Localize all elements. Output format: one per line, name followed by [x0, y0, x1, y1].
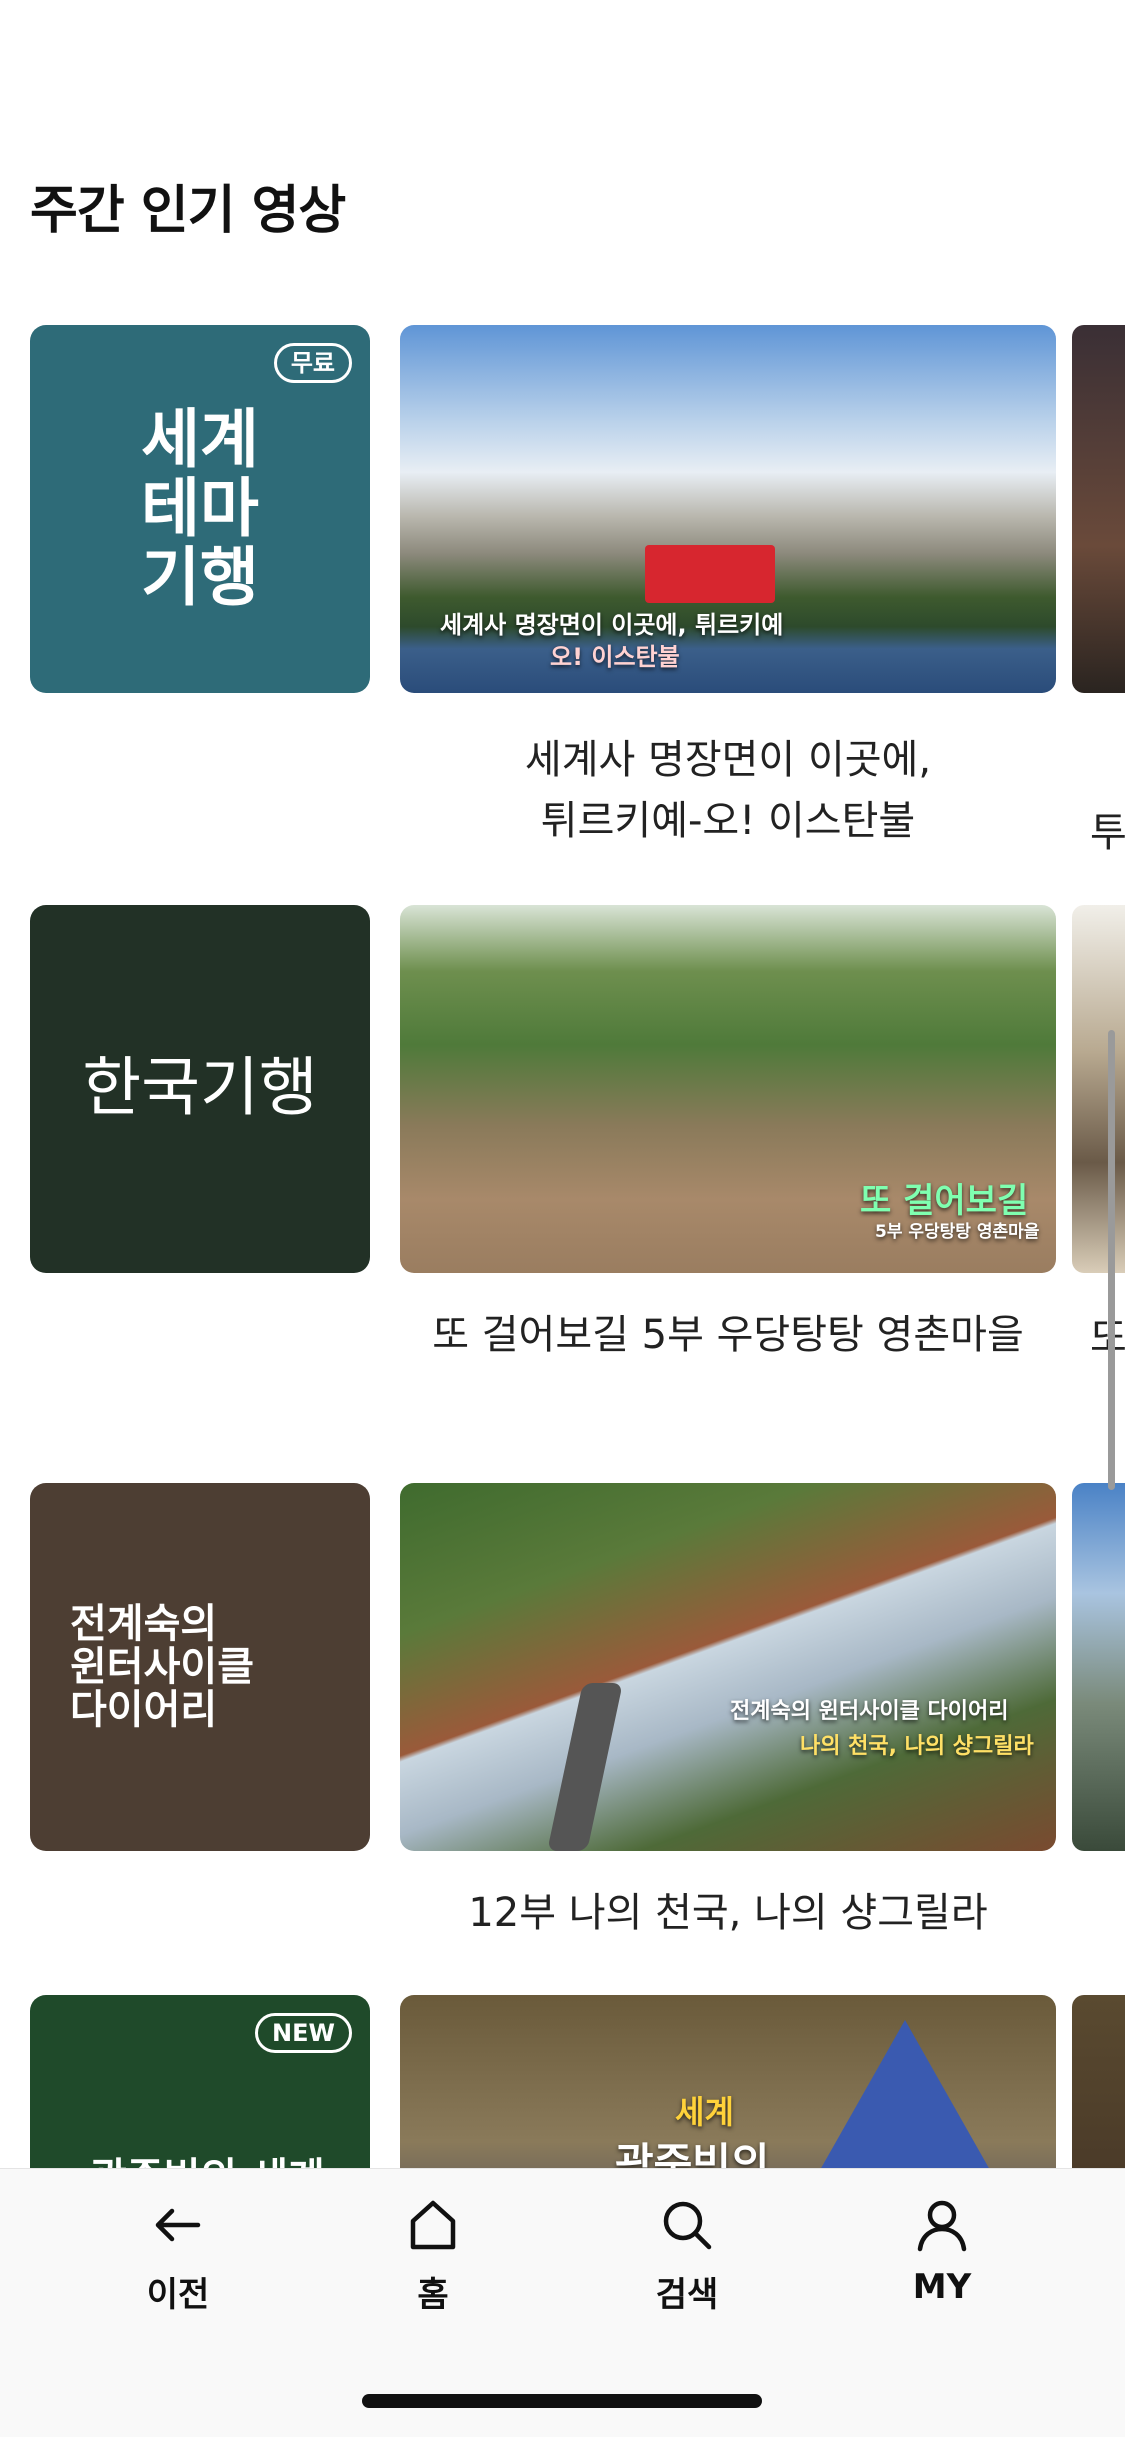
thumbnail-overlay-subtext: 5부 우당탕탕 영촌마을 [875, 1222, 1040, 1242]
new-badge: NEW [255, 2013, 352, 2054]
mountain-road [547, 1683, 623, 1851]
free-badge: 무료 [273, 343, 352, 384]
search-icon [663, 2201, 712, 2250]
program-poster-world-theme-travel[interactable]: 무료 세계 테마 기행 [30, 325, 370, 693]
home-icon [410, 2200, 456, 2250]
thumbnail-overlay-subtext: 오! 이스탄불 [550, 643, 680, 671]
nav-search-label: 검색 [655, 2275, 719, 2315]
thumbnail-overlay-subtext: 나의 천국, 나의 샹그릴라 [800, 1734, 1034, 1759]
next-video-thumbnail[interactable] [1072, 1483, 1125, 1851]
section-title: 주간 인기 영상 [30, 181, 346, 241]
arrow-left-icon [155, 2208, 201, 2242]
nav-back-label: 이전 [146, 2275, 210, 2315]
nav-home-label: 홈 [417, 2275, 449, 2315]
next-video-thumbnail[interactable] [1072, 325, 1125, 693]
video-row: 무료 세계 테마 기행 세계사 명장면이 이곳에, 튀르키예 오! 이스탄불 [0, 325, 1125, 695]
building-graphic [820, 2020, 990, 2170]
nav-back-button[interactable]: 이전 [88, 2193, 268, 2316]
poster-title: 한국기행 [82, 1051, 318, 1126]
nav-home-button[interactable]: 홈 [343, 2193, 523, 2316]
next-video-title[interactable]: 투 [1090, 800, 1125, 858]
video-title[interactable]: 12부 나의 천국, 나의 샹그릴라 [400, 1883, 1056, 1944]
thumbnail-overlay-text: 또 걸어보길 [860, 1181, 1029, 1221]
turkey-flag [645, 545, 775, 603]
video-title[interactable]: 또 걸어보길 5부 우당탕탕 영촌마을 [400, 1305, 1056, 1366]
nav-search-button[interactable]: 검색 [597, 2193, 777, 2316]
nav-my-label: MY [912, 2267, 972, 2307]
program-poster-korea-travel[interactable]: 한국기행 [30, 905, 370, 1273]
user-icon [917, 2200, 967, 2252]
thumbnail-overlay-text: 전계숙의 윈터사이클 다이어리 [730, 1699, 1009, 1724]
program-poster-winter-cycle-diary[interactable]: 전계숙의 윈터사이클 다이어리 [30, 1483, 370, 1851]
video-thumbnail[interactable]: 전계숙의 윈터사이클 다이어리 나의 천국, 나의 샹그릴라 [400, 1483, 1056, 1851]
next-video-thumbnail[interactable] [1072, 905, 1125, 1273]
poster-title: 전계숙의 윈터사이클 다이어리 [70, 1600, 254, 1734]
video-row: 한국기행 또 걸어보길 5부 우당탕탕 영촌마을 [0, 905, 1125, 1275]
thumbnail-overlay-text: 세계 [675, 2093, 734, 2131]
video-thumbnail[interactable]: 또 걸어보길 5부 우당탕탕 영촌마을 [400, 905, 1056, 1273]
nav-my-button[interactable]: MY [852, 2193, 1032, 2307]
thumbnail-overlay-text: 세계사 명장면이 이곳에, 튀르키예 [440, 611, 784, 639]
scrollbar[interactable] [1108, 1030, 1115, 1490]
video-thumbnail[interactable]: 세계사 명장면이 이곳에, 튀르키예 오! 이스탄불 [400, 325, 1056, 693]
video-row: 전계숙의 윈터사이클 다이어리 전계숙의 윈터사이클 다이어리 나의 천국, 나… [0, 1483, 1125, 1853]
video-title[interactable]: 세계사 명장면이 이곳에, 튀르키예-오! 이스탄불 [400, 730, 1056, 852]
home-indicator[interactable] [362, 2394, 762, 2408]
poster-title: 세계 테마 기행 [141, 402, 259, 616]
